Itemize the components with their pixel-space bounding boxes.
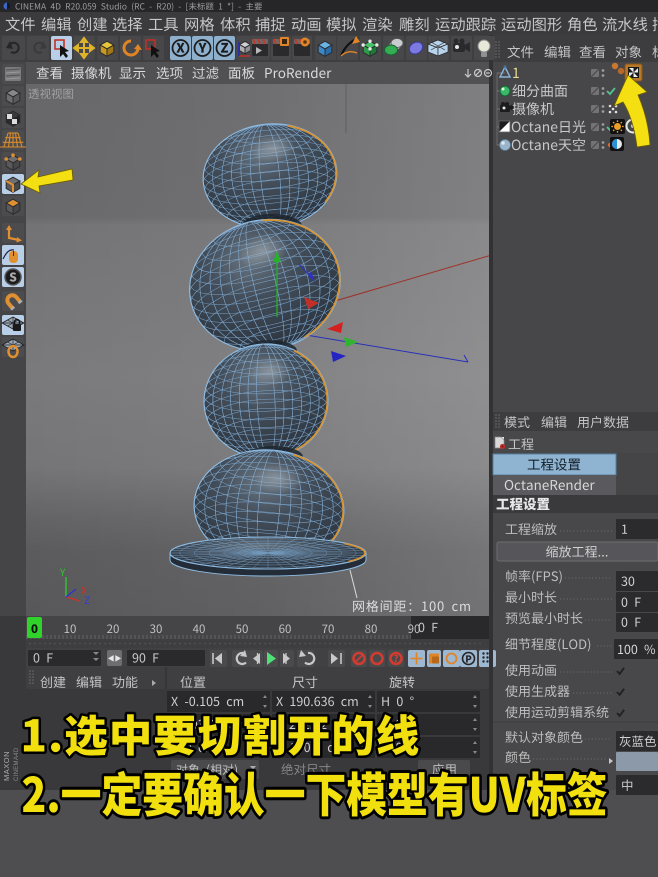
svg-text:CINEMA4D: CINEMA4D: [14, 747, 20, 781]
svg-text:MAXON: MAXON: [2, 751, 11, 781]
